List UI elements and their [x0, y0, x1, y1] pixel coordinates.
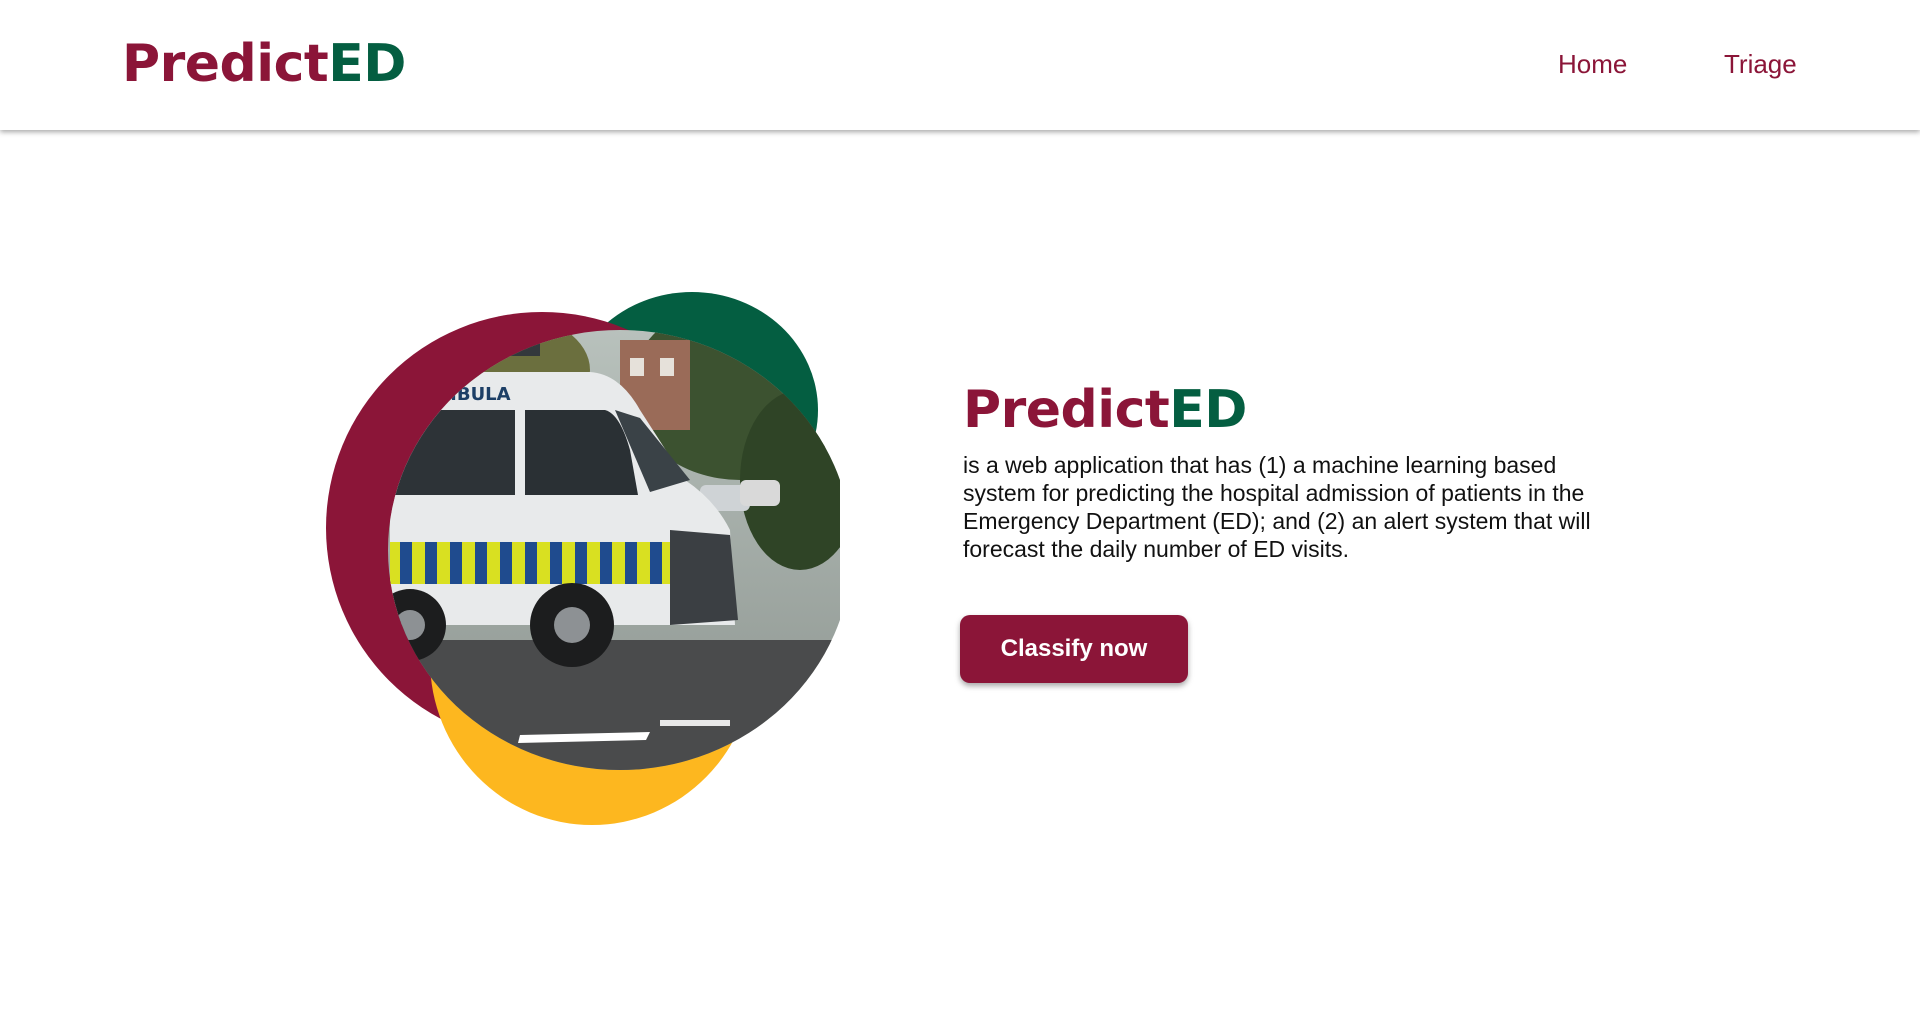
classify-now-button[interactable]: Classify now — [960, 615, 1188, 683]
hero-title-predict-text: Predict — [963, 380, 1170, 440]
hero-title: PredictED — [963, 380, 1247, 440]
hero-image-collage: AMBULA — [320, 280, 840, 840]
top-navbar: PredictED Home Triage — [0, 0, 1920, 130]
hero-title-ed-text: ED — [1169, 380, 1247, 440]
logo[interactable]: PredictED — [122, 34, 406, 94]
nav-home-link[interactable]: Home — [1558, 48, 1627, 80]
logo-ed-text: ED — [328, 34, 406, 94]
nav-triage-link[interactable]: Triage — [1724, 48, 1797, 80]
hero-illustration: AMBULA — [326, 292, 840, 825]
hero-description: is a web application that has (1) a mach… — [963, 452, 1591, 562]
logo-predict-text: Predict — [122, 34, 329, 94]
